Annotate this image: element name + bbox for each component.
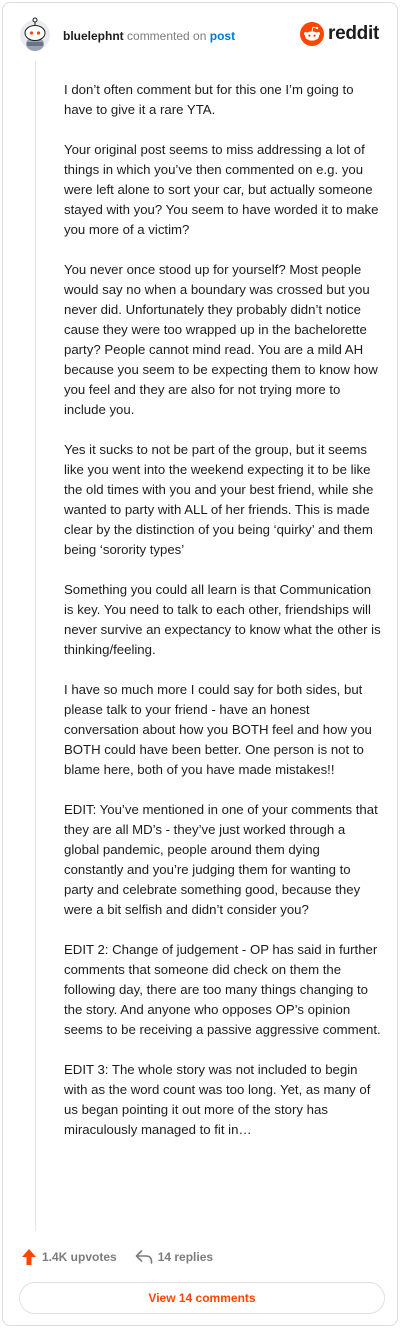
comment-header: bluelephnt commented on post reddit <box>19 17 383 53</box>
comment-paragraph-8: EDIT 2: Change of judgement - OP has sai… <box>64 942 381 1037</box>
comment-paragraph-9: EDIT 3: The whole story was not included… <box>64 1062 371 1137</box>
reddit-logo-icon <box>300 22 325 46</box>
commented-on-label: commented on <box>127 29 207 43</box>
comment-paragraph-2: Your original post seems to miss address… <box>64 142 379 237</box>
comment-paragraph-7: EDIT: You’ve mentioned in one of your co… <box>64 802 378 917</box>
comment-body: I don’t often comment but for this one I… <box>64 80 382 1160</box>
comment-paragraph-4: Yes it sucks to not be part of the group… <box>64 442 374 557</box>
post-link[interactable]: post <box>210 29 235 43</box>
reddit-logo-text: reddit <box>328 23 379 44</box>
comment-card: bluelephnt commented on post reddit I do… <box>2 2 398 1326</box>
reply-count: 14 replies <box>157 1250 214 1264</box>
thread-line[interactable] <box>35 61 36 1231</box>
upvote-arrow-icon <box>22 1249 36 1265</box>
comment-paragraph-6: I have so much more I could say for both… <box>64 682 372 777</box>
username-link[interactable]: bluelephnt <box>63 29 124 43</box>
comment-paragraph-1: I don’t often comment but for this one I… <box>64 82 354 117</box>
upvote-count: 1.4K upvotes <box>42 1250 117 1264</box>
comment-actions: 1.4K upvotes 14 replies <box>21 1247 213 1267</box>
comment-meta: bluelephnt commented on post <box>63 29 235 43</box>
reply-button[interactable]: 14 replies <box>135 1249 213 1265</box>
reddit-logo[interactable]: reddit <box>300 21 379 47</box>
reply-arrow-icon <box>135 1250 153 1264</box>
comment-paragraph-3: You never once stood up for yourself? Mo… <box>64 262 378 417</box>
comment-paragraph-5: Something you could all learn is that Co… <box>64 582 381 657</box>
snoo-avatar-icon[interactable] <box>19 17 51 51</box>
upvote-button[interactable]: 1.4K upvotes <box>21 1248 117 1266</box>
view-comments-button[interactable]: View 14 comments <box>19 1282 385 1314</box>
